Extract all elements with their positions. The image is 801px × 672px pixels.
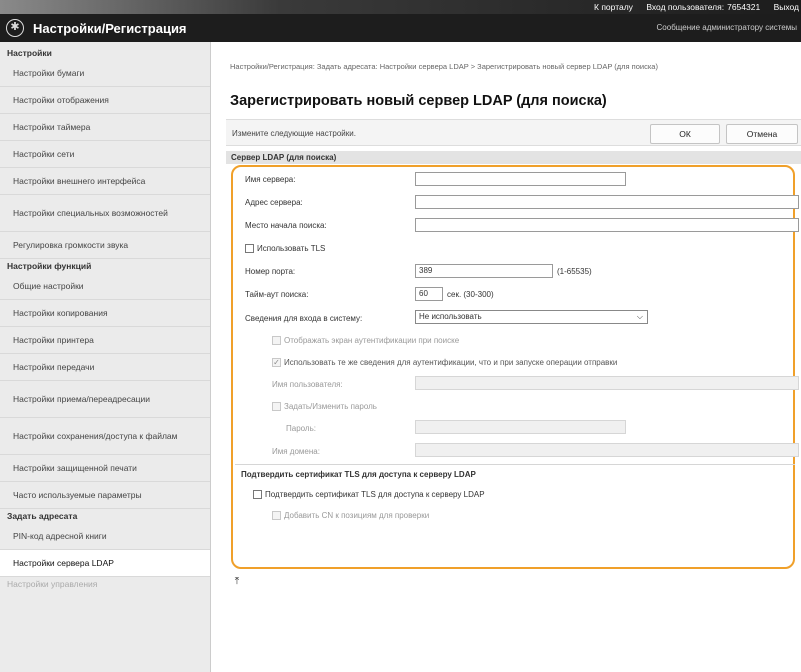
instruction-text: Измените следующие настройки. <box>232 129 356 138</box>
timeout-input[interactable]: 60 <box>415 287 443 301</box>
instruction-bar: Измените следующие настройки. ОК Отмена <box>226 119 801 146</box>
tls-cert-section-title: Подтвердить сертификат TLS для доступа к… <box>241 470 476 479</box>
page-title: Зарегистрировать новый сервер LDAP (для … <box>230 93 607 109</box>
login-info-label: Сведения для входа в систему: <box>245 314 363 323</box>
set-password-checkbox[interactable] <box>272 402 281 411</box>
sidebar: Настройки Настройки бумаги Настройки ото… <box>0 42 211 672</box>
sidebar-item-ldap-server[interactable]: Настройки сервера LDAP <box>0 550 210 577</box>
sidebar-section-destination: Задать адресата <box>7 511 78 521</box>
settings-logo-icon: ✱ <box>6 19 24 37</box>
sidebar-item-external-interface[interactable]: Настройки внешнего интерфейса <box>0 168 210 195</box>
port-input[interactable]: 389 <box>415 264 553 278</box>
timeout-label: Тайм-аут поиска: <box>245 290 309 299</box>
same-auth-checkbox[interactable]: ✓ <box>272 358 281 367</box>
server-address-label: Адрес сервера: <box>245 198 303 207</box>
top-bar: К порталу Вход пользователя: 7654321 Выхо… <box>0 0 801 14</box>
password-label: Пароль: <box>286 424 316 433</box>
sidebar-item-timer[interactable]: Настройки таймера <box>0 114 210 141</box>
sidebar-item-address-book-pin[interactable]: PIN-код адресной книги <box>0 523 210 550</box>
divider <box>235 464 795 465</box>
sidebar-item-copy[interactable]: Настройки копирования <box>0 300 210 327</box>
sidebar-item-secure-print[interactable]: Настройки защищенной печати <box>0 455 210 482</box>
set-password-label: Задать/Изменить пароль <box>284 402 377 411</box>
search-root-input[interactable] <box>415 218 799 232</box>
app-title: Настройки/Регистрация <box>33 21 187 36</box>
search-root-label: Место начала поиска: <box>245 221 327 230</box>
login-user-label: Вход пользователя: <box>646 2 725 12</box>
add-cn-label: Добавить CN к позициям для проверки <box>284 511 430 520</box>
username-label: Имя пользователя: <box>272 380 343 389</box>
verify-tls-cert-checkbox[interactable] <box>253 490 262 499</box>
use-tls-checkbox[interactable] <box>245 244 254 253</box>
use-tls-label: Использовать TLS <box>257 244 326 253</box>
same-auth-label: Использовать те же сведения для аутентиф… <box>284 358 618 367</box>
title-bar: ✱ Настройки/Регистрация Сообщение админи… <box>0 14 801 42</box>
sidebar-item-favorites[interactable]: Часто используемые параметры <box>0 482 210 509</box>
server-name-input[interactable] <box>415 172 626 186</box>
sidebar-item-send[interactable]: Настройки передачи <box>0 354 210 381</box>
sidebar-item-receive-forward[interactable]: Настройки приема/переадресации <box>0 381 210 418</box>
logout-link[interactable]: Выход <box>774 2 799 12</box>
login-user-id: 7654321 <box>727 2 761 12</box>
password-input[interactable] <box>415 420 626 434</box>
login-info-select[interactable]: Не использовать ⌵ <box>415 310 648 324</box>
show-auth-screen-label: Отображать экран аутентификации при поис… <box>284 336 460 345</box>
add-cn-checkbox[interactable] <box>272 511 281 520</box>
domain-input[interactable] <box>415 443 799 457</box>
sidebar-section-functions: Настройки функций <box>7 261 92 271</box>
domain-label: Имя домена: <box>272 447 320 456</box>
sidebar-item-paper[interactable]: Настройки бумаги <box>0 60 210 87</box>
chevron-down-icon: ⌵ <box>636 312 643 321</box>
section-header-ldap: Сервер LDAP (для поиска) <box>226 151 801 164</box>
server-name-label: Имя сервера: <box>245 175 296 184</box>
sidebar-section-settings: Настройки <box>7 48 52 58</box>
sidebar-item-management[interactable]: Настройки управления <box>0 577 210 591</box>
sidebar-item-volume[interactable]: Регулировка громкости звука <box>0 232 210 259</box>
port-label: Номер порта: <box>245 267 296 276</box>
admin-message-link[interactable]: Сообщение администратору системы <box>657 23 797 32</box>
sidebar-item-store-access[interactable]: Настройки сохранения/доступа к файлам <box>0 418 210 455</box>
sidebar-item-printer[interactable]: Настройки принтера <box>0 327 210 354</box>
sidebar-item-accessibility[interactable]: Настройки специальных возможностей <box>0 195 210 232</box>
timeout-range-hint: сек. (30-300) <box>447 290 494 299</box>
show-auth-screen-checkbox[interactable] <box>272 336 281 345</box>
cancel-button[interactable]: Отмена <box>726 124 798 144</box>
server-address-input[interactable] <box>415 195 799 209</box>
sidebar-item-common[interactable]: Общие настройки <box>0 273 210 300</box>
username-input[interactable] <box>415 376 799 390</box>
portal-link[interactable]: К порталу <box>594 2 633 12</box>
port-range-hint: (1-65535) <box>557 267 592 276</box>
page-top-icon[interactable]: ⤒ <box>232 577 242 587</box>
login-info-selected: Не использовать <box>419 312 482 321</box>
breadcrumb: Настройки/Регистрация: Задать адресата: … <box>230 62 658 71</box>
sidebar-item-network[interactable]: Настройки сети <box>0 141 210 168</box>
ok-button[interactable]: ОК <box>650 124 720 144</box>
top-links: К порталу Вход пользователя: 7654321 Выхо… <box>583 2 799 12</box>
verify-tls-cert-label: Подтвердить сертификат TLS для доступа к… <box>265 490 485 499</box>
sidebar-item-display[interactable]: Настройки отображения <box>0 87 210 114</box>
